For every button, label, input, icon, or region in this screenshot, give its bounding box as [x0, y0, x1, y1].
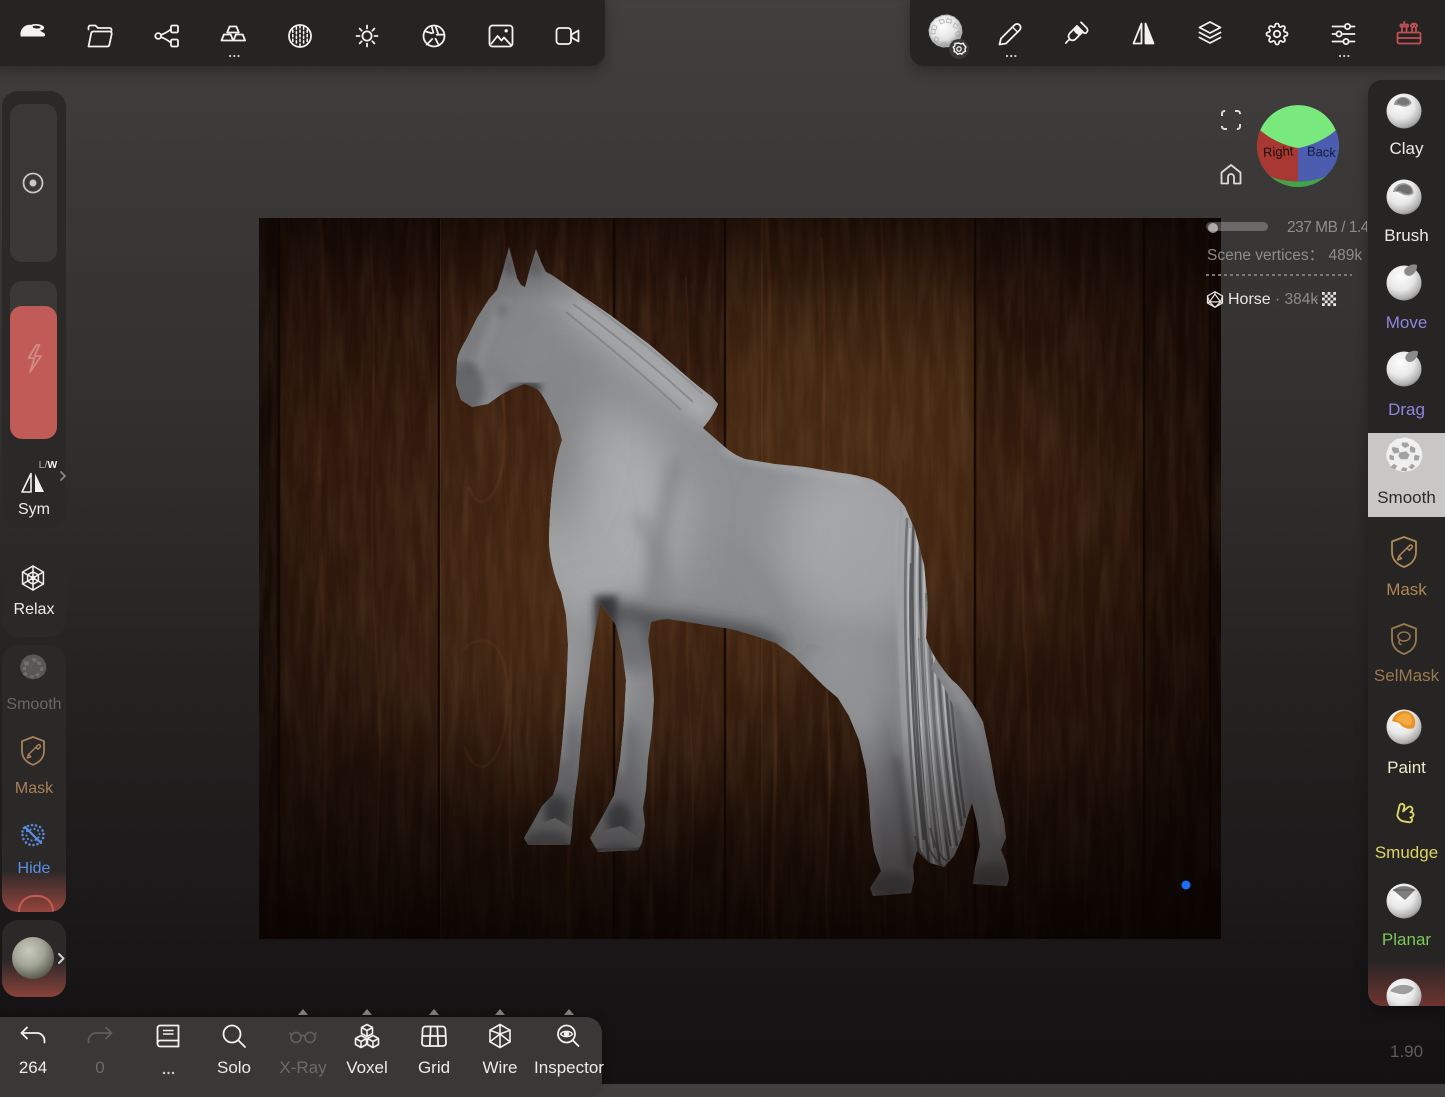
svg-text:Back: Back [1307, 144, 1337, 161]
svg-text:L/W: L/W [39, 459, 58, 471]
svg-text:Right: Right [1263, 143, 1294, 160]
